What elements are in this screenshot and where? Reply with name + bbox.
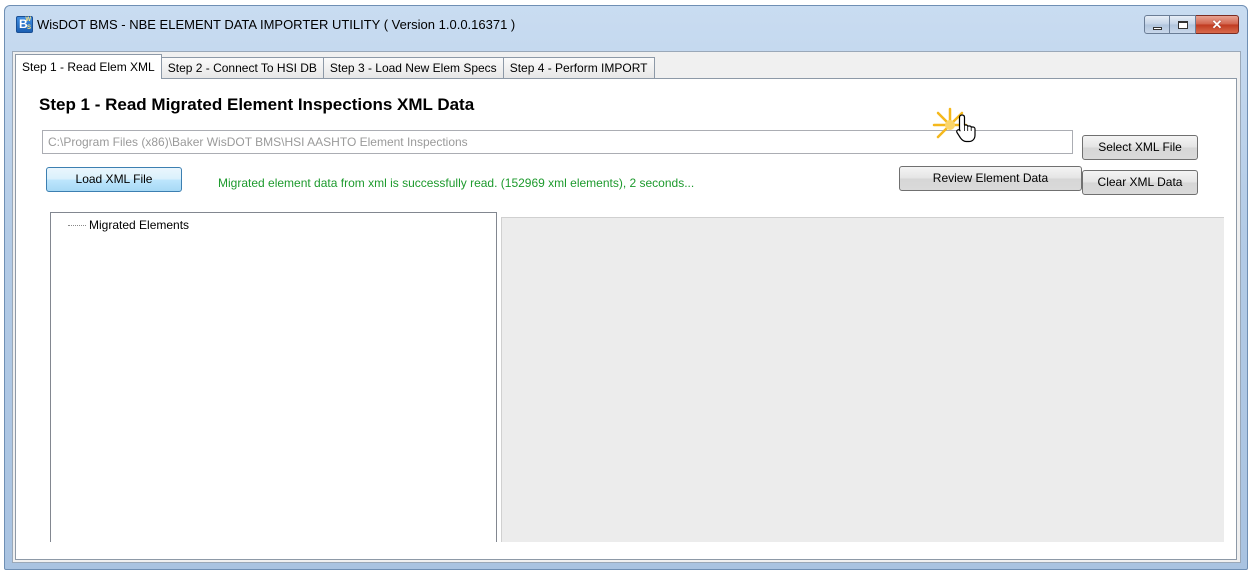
maximize-icon [1177, 20, 1188, 29]
close-icon: ✕ [1211, 17, 1223, 32]
maximize-button[interactable] [1170, 15, 1196, 34]
window-title: WisDOT BMS - NBE ELEMENT DATA IMPORTER U… [37, 17, 516, 32]
select-xml-file-button[interactable]: Select XML File [1082, 135, 1198, 160]
element-detail-pane [501, 217, 1224, 542]
load-xml-file-button[interactable]: Load XML File [46, 167, 182, 192]
xml-path-input[interactable] [42, 130, 1073, 154]
app-icon-sup: W [25, 17, 31, 23]
minimize-button[interactable] [1144, 15, 1170, 34]
tree-node-migrated-elements[interactable]: Migrated Elements [68, 218, 189, 232]
minimize-icon [1152, 26, 1162, 30]
tab-strip: Step 1 - Read Elem XML Step 2 - Connect … [15, 54, 655, 79]
tab-step2-connect-hsi-db[interactable]: Step 2 - Connect To HSI DB [160, 57, 324, 79]
clear-xml-data-button[interactable]: Clear XML Data [1082, 170, 1198, 195]
step1-panel: Step 1 - Read Migrated Element Inspectio… [15, 78, 1237, 560]
tab-step4-perform-import[interactable]: Step 4 - Perform IMPORT [502, 57, 655, 79]
tab-step1-read-elem-xml[interactable]: Step 1 - Read Elem XML [15, 54, 162, 79]
review-element-data-button[interactable]: Review Element Data [899, 166, 1082, 191]
tree-node-label: Migrated Elements [89, 218, 190, 232]
close-button[interactable]: ✕ [1196, 15, 1239, 34]
window-controls: ✕ [1144, 15, 1239, 34]
title-bar[interactable]: B W S WisDOT BMS - NBE ELEMENT DATA IMPO… [5, 6, 1247, 52]
tree-connector-line [68, 225, 86, 226]
client-area: Step 1 - Read Elem XML Step 2 - Connect … [12, 51, 1241, 563]
step-heading: Step 1 - Read Migrated Element Inspectio… [39, 95, 475, 114]
tab-step3-load-new-elem-specs[interactable]: Step 3 - Load New Elem Specs [322, 57, 504, 79]
status-message: Migrated element data from xml is succes… [218, 176, 695, 190]
bms-app-icon[interactable]: B W S [16, 16, 33, 33]
migrated-elements-tree[interactable]: Migrated Elements [50, 212, 497, 542]
main-window: B W S WisDOT BMS - NBE ELEMENT DATA IMPO… [4, 5, 1248, 570]
app-icon-sub: S [26, 25, 31, 31]
